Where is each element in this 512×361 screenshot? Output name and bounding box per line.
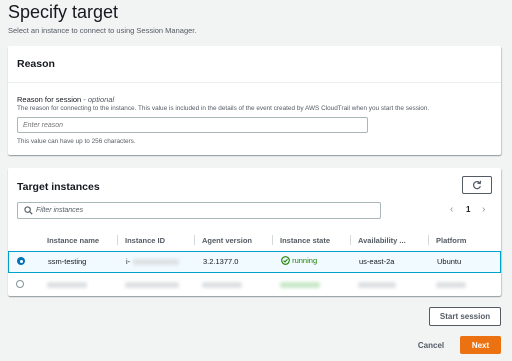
table-header: Instance name Instance ID Agent version …: [8, 229, 501, 252]
reason-panel-title: Reason: [17, 58, 55, 70]
page-title: Specify target: [8, 2, 119, 22]
reason-constraint: This value can have up to 256 characters…: [17, 138, 136, 145]
cell-instance-state: running: [281, 256, 317, 265]
column-availability-zone[interactable]: Availability ...: [358, 236, 406, 245]
cancel-button[interactable]: Cancel: [411, 336, 451, 354]
reason-label: Reason for session - optional: [17, 95, 114, 104]
page-subtitle: Select an instance to connect to using S…: [8, 26, 197, 35]
refresh-button[interactable]: [462, 176, 492, 194]
target-instances-title: Target instances: [17, 181, 100, 193]
redacted-instance-state: [280, 282, 320, 288]
column-agent-version[interactable]: Agent version: [202, 236, 252, 245]
search-icon: [24, 206, 33, 215]
column-divider: [272, 235, 273, 245]
cell-agent-version: 3.2.1377.0: [203, 257, 239, 266]
column-divider: [428, 235, 429, 245]
next-button[interactable]: Next: [460, 336, 501, 354]
refresh-icon: [472, 180, 482, 190]
column-instance-name[interactable]: Instance name: [47, 236, 99, 245]
target-instances-panel: Target instances Filter instances ‹ 1 › …: [8, 168, 501, 296]
column-divider: [117, 235, 118, 245]
reason-description: The reason for connecting to the instanc…: [17, 105, 430, 112]
reason-label-text: Reason for session: [17, 95, 82, 104]
redacted-instance-name: [47, 282, 87, 288]
filter-instances-input[interactable]: Filter instances: [17, 202, 381, 219]
filter-placeholder: Filter instances: [36, 207, 84, 214]
reason-panel-header: Reason: [8, 46, 501, 83]
cell-instance-name: ssm-testing: [48, 257, 87, 266]
reason-optional-tag: - optional: [83, 95, 115, 104]
table-row[interactable]: [8, 273, 501, 295]
reason-input[interactable]: [17, 117, 368, 133]
column-divider: [350, 235, 351, 245]
column-divider: [194, 235, 195, 245]
start-session-button[interactable]: Start session: [429, 307, 501, 326]
check-circle-icon: [281, 256, 290, 265]
pagination: ‹ 1 ›: [446, 204, 492, 217]
redacted-platform: [436, 282, 466, 288]
state-text: running: [292, 256, 318, 265]
column-platform[interactable]: Platform: [436, 236, 466, 245]
redacted-agent-version: [202, 282, 242, 288]
chevron-left-icon[interactable]: ‹: [450, 204, 453, 215]
reason-panel: Reason Reason for session - optional The…: [8, 46, 501, 155]
redacted-availability-zone: [358, 282, 396, 288]
cell-instance-id: i-: [126, 257, 131, 266]
column-instance-id[interactable]: Instance ID: [125, 236, 165, 245]
redacted-instance-id: [133, 259, 179, 265]
cell-platform: Ubuntu: [437, 257, 462, 266]
table-row[interactable]: ssm-testing i- 3.2.1377.0 running us-eas…: [8, 251, 501, 273]
page-number[interactable]: 1: [466, 205, 470, 214]
row-radio-selected[interactable]: [17, 257, 25, 265]
redacted-instance-id: [125, 282, 179, 288]
chevron-right-icon[interactable]: ›: [482, 204, 485, 215]
column-instance-state[interactable]: Instance state: [280, 236, 330, 245]
row-radio-unselected[interactable]: [16, 280, 24, 288]
cell-availability-zone: us-east-2a: [359, 257, 395, 266]
